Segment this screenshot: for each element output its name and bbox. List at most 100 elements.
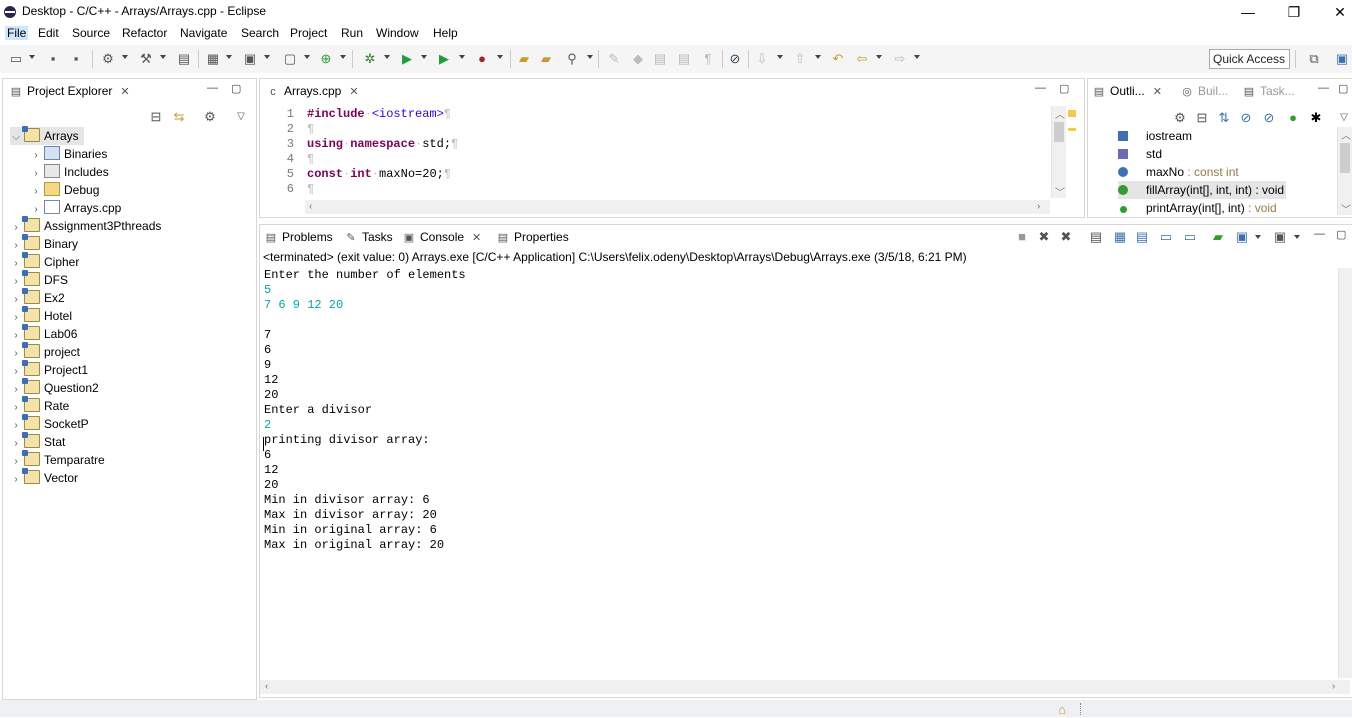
forward-icon[interactable]: ⇨ — [892, 51, 908, 67]
tree-item-binaries[interactable]: › Binaries — [30, 145, 107, 163]
overview-marker[interactable] — [1068, 128, 1076, 131]
pin-console-icon[interactable]: ▰ — [1210, 229, 1226, 245]
quick-access-input[interactable]: Quick Access — [1209, 49, 1290, 69]
tab-outline[interactable]: ▤ Outli... ✕ — [1092, 82, 1162, 100]
remove-all-terminated-icon[interactable]: ✖ — [1058, 229, 1074, 245]
display-console-icon[interactable]: ▣ — [1234, 229, 1250, 245]
close-icon[interactable]: ✕ — [1153, 86, 1162, 98]
minimize-icon[interactable]: — — [1314, 228, 1325, 240]
minimize-icon[interactable]: — — [207, 82, 218, 94]
console-horizontal-scrollbar[interactable]: ‹ › — [260, 680, 1350, 694]
skip-breakpoints-icon[interactable]: ⊘ — [727, 51, 743, 67]
open-console-dropdown-icon[interactable] — [1294, 235, 1300, 239]
close-icon[interactable]: ✕ — [472, 232, 481, 244]
tab-build-targets[interactable]: ◎ Buil... — [1180, 82, 1228, 100]
binary-icon[interactable]: ▤ — [176, 51, 192, 67]
new-dropdown-icon[interactable] — [29, 55, 35, 59]
chevron-up-icon[interactable]: ︿ — [1055, 106, 1065, 121]
tab-arrays-cpp[interactable]: c Arrays.cpp ✕ — [266, 82, 359, 100]
collapse-all-icon[interactable]: ⊟ — [1194, 110, 1210, 126]
tree-item-project[interactable]: › Temparatre — [10, 450, 105, 469]
build-settings-icon[interactable]: ⚙ — [100, 51, 116, 67]
restore-button[interactable]: ❐ — [1279, 2, 1309, 22]
back-icon[interactable]: ⇦ — [854, 51, 870, 67]
tree-item-project[interactable]: › Ex2 — [10, 288, 65, 307]
clear-console-icon[interactable]: ▤ — [1088, 229, 1104, 245]
new-folder-icon[interactable]: ▣ — [242, 51, 258, 67]
hammer-dropdown-icon[interactable] — [160, 55, 166, 59]
tree-item-project[interactable]: › DFS — [10, 270, 68, 289]
tab-tasks[interactable]: ✎ Tasks — [344, 228, 392, 246]
minimize-icon[interactable]: — — [1035, 82, 1046, 94]
external-tools-dropdown-icon[interactable] — [497, 55, 503, 59]
close-icon[interactable]: ✕ — [349, 86, 358, 98]
new-project-dropdown-icon[interactable] — [226, 55, 232, 59]
code-line-1[interactable]: #include·<iostream>¶ — [307, 107, 451, 122]
chevron-right-icon[interactable]: › — [1332, 681, 1335, 692]
run-icon[interactable]: ▶ — [399, 51, 415, 67]
open-perspective-icon[interactable]: ⧉ — [1306, 51, 1322, 67]
scroll-thumb[interactable] — [1054, 122, 1064, 142]
tree-item-project[interactable]: › Rate — [10, 396, 69, 415]
tree-item-project[interactable]: › Lab06 — [10, 324, 77, 343]
search-dropdown-icon[interactable] — [587, 55, 593, 59]
view-menu-icon[interactable]: ▽ — [233, 109, 249, 125]
tree-item-project[interactable]: › Hotel — [10, 306, 72, 325]
view-menu-icon[interactable]: ▽ — [1336, 110, 1352, 126]
display-console-dropdown-icon[interactable] — [1255, 235, 1261, 239]
progress-icon[interactable]: ⌂ — [1054, 702, 1070, 718]
tree-item-project[interactable]: › Stat — [10, 432, 65, 451]
chevron-down-icon[interactable]: ﹀ — [1055, 184, 1065, 199]
tree-item-project[interactable]: › Cipher — [10, 252, 79, 271]
outline-vertical-scrollbar[interactable]: ︿ ﹀ — [1337, 127, 1352, 216]
tree-item-project[interactable]: › Assignment3Pthreads — [10, 216, 161, 235]
tree-item-project[interactable]: › project — [10, 342, 80, 361]
last-edit-icon[interactable]: ↶ — [830, 51, 846, 67]
show-whitespace-icon[interactable]: ¶ — [700, 51, 716, 67]
build-dropdown-icon[interactable] — [122, 55, 128, 59]
run-config-icon[interactable]: ▶ — [436, 51, 452, 67]
new-file-dropdown-icon[interactable] — [304, 55, 310, 59]
hide-fields-icon[interactable]: ⊘ — [1238, 110, 1254, 126]
scroll-lock-icon[interactable]: ▦ — [1112, 229, 1128, 245]
show-on-error-icon[interactable]: ▭ — [1182, 229, 1198, 245]
word-wrap-icon[interactable]: ▤ — [1134, 229, 1150, 245]
next-annotation-dropdown-icon[interactable] — [777, 55, 783, 59]
editor-vertical-scrollbar[interactable]: ︿ ﹀ — [1051, 106, 1066, 199]
open-type-icon[interactable]: ▰ — [516, 51, 532, 67]
close-icon[interactable]: ✕ — [120, 86, 129, 98]
run-config-dropdown-icon[interactable] — [459, 55, 465, 59]
maximize-icon[interactable]: ▢ — [1336, 228, 1346, 241]
new-file-icon[interactable]: ▢ — [282, 51, 298, 67]
search-icon[interactable]: ⚲ — [564, 51, 580, 67]
remove-launch-icon[interactable]: ✖ — [1036, 229, 1052, 245]
toggle-word-wrap-icon[interactable]: ▤ — [652, 51, 668, 67]
editor-horizontal-scrollbar[interactable]: ‹ › — [305, 200, 1050, 214]
outline-item-function[interactable]: printArray(int[], int) : void — [1118, 199, 1277, 217]
toggle-mark-icon[interactable]: ◆ — [630, 51, 646, 67]
filter-icon[interactable]: ⚙ — [202, 109, 218, 125]
expanded-chevron-icon[interactable]: ⌵ — [10, 129, 22, 147]
menu-search[interactable]: Search — [239, 26, 281, 40]
chevron-up-icon[interactable]: ︿ — [1341, 127, 1351, 142]
menu-help[interactable]: Help — [431, 26, 460, 40]
menu-refactor[interactable]: Refactor — [120, 26, 169, 40]
close-button[interactable]: ✕ — [1325, 2, 1352, 22]
code-line-2[interactable]: ¶ — [307, 122, 314, 137]
menu-edit[interactable]: Edit — [36, 26, 61, 40]
menu-run[interactable]: Run — [339, 26, 365, 40]
new-class-dropdown-icon[interactable] — [340, 55, 346, 59]
maximize-icon[interactable]: ▢ — [1059, 82, 1069, 95]
hammer-build-icon[interactable]: ⚒ — [138, 51, 154, 67]
tree-item-arrays[interactable]: ⌵ Arrays — [10, 126, 84, 147]
maximize-icon[interactable]: ▢ — [231, 82, 241, 95]
minimize-icon[interactable]: — — [1318, 82, 1329, 94]
chevron-down-icon[interactable]: ﹀ — [1341, 201, 1351, 216]
hide-inactive-icon[interactable]: ✱ — [1308, 110, 1324, 126]
code-line-4[interactable]: ¶ — [307, 152, 314, 167]
show-on-output-icon[interactable]: ▭ — [1158, 229, 1174, 245]
new-folder-dropdown-icon[interactable] — [264, 55, 270, 59]
external-tools-icon[interactable]: ● — [474, 51, 490, 67]
cpp-perspective-icon[interactable]: ▣ — [1334, 51, 1350, 67]
console-vertical-scrollbar[interactable] — [1338, 268, 1352, 678]
